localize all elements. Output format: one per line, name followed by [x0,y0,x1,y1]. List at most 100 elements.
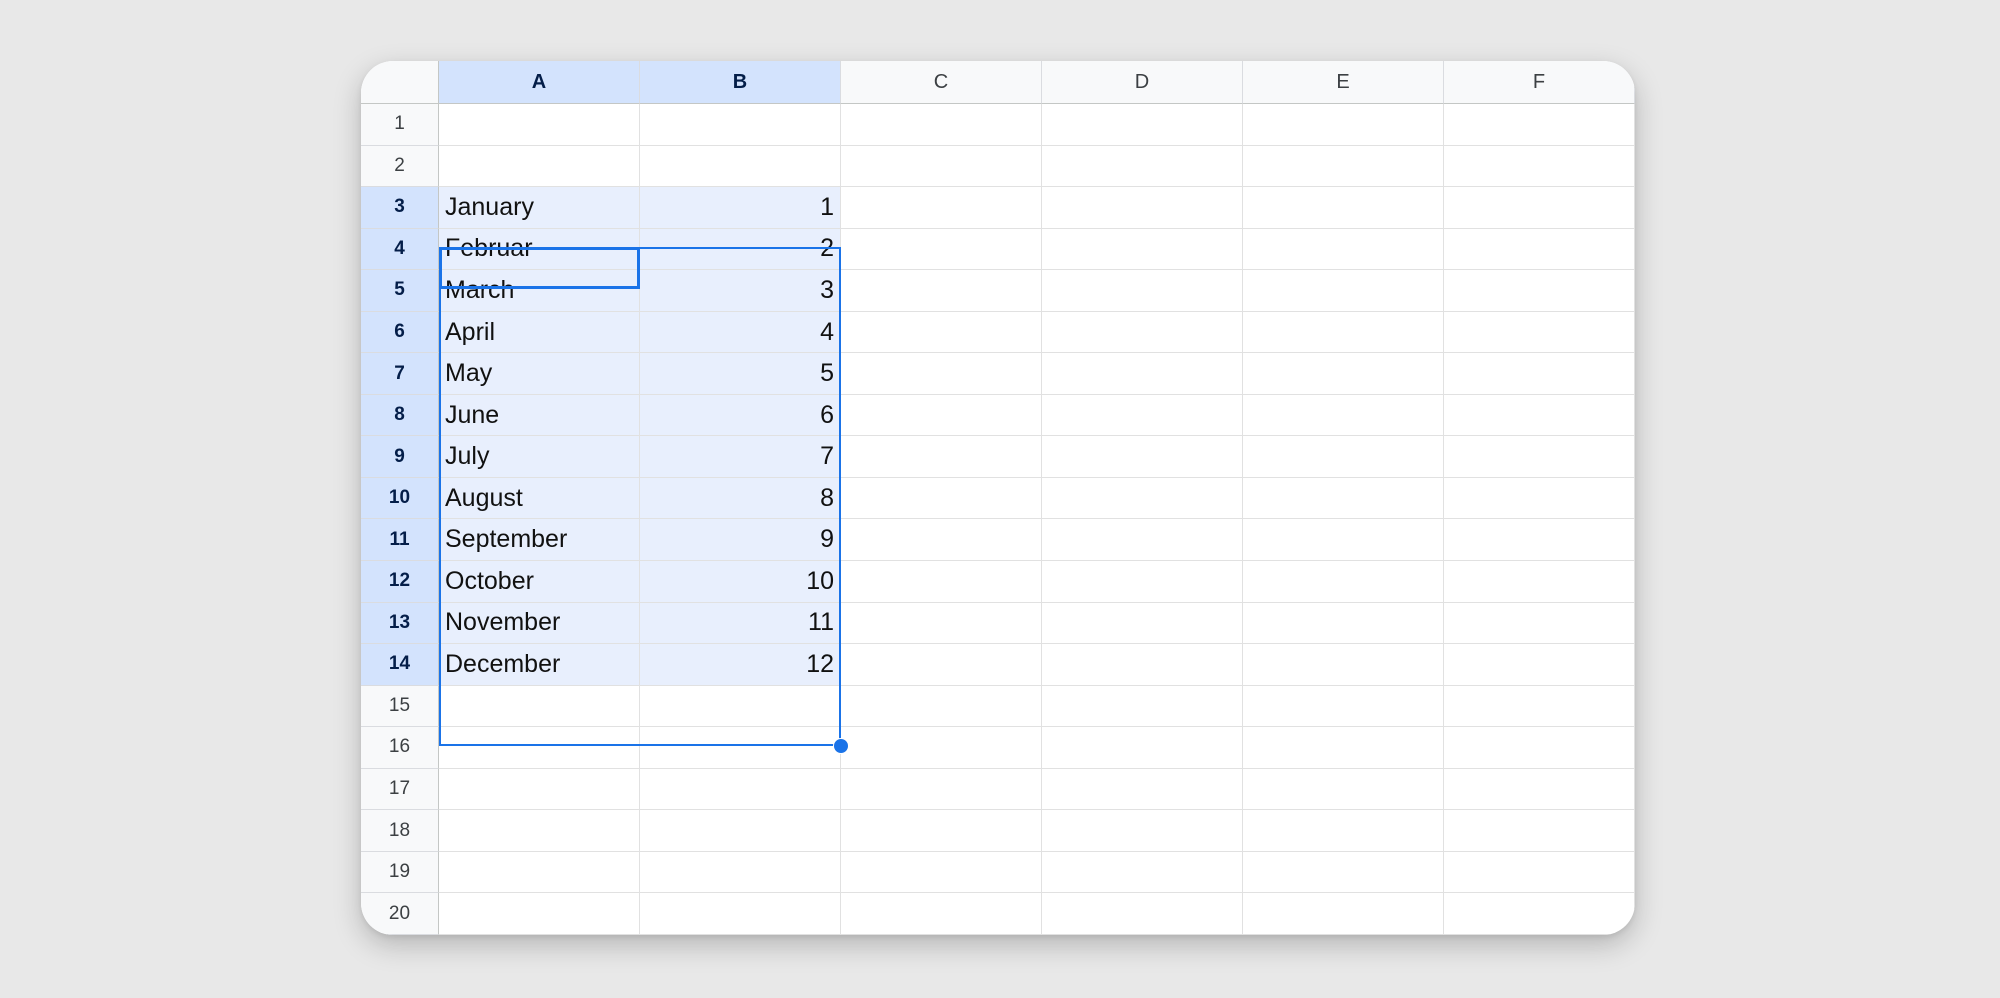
cell-a3[interactable]: January [439,187,640,229]
cell-a16[interactable] [439,727,640,769]
cell-b14[interactable]: 12 [640,644,841,686]
cell-d14[interactable] [1042,644,1243,686]
cell-b1[interactable] [640,104,841,146]
cell-e19[interactable] [1243,851,1444,894]
cell-e1[interactable] [1243,104,1444,146]
cell-d13[interactable] [1042,602,1243,645]
cell-c5[interactable] [841,270,1042,312]
cell-c19[interactable] [841,851,1042,894]
cell-c2[interactable] [841,145,1042,188]
cell-a5[interactable]: March [439,270,640,312]
cell-b11[interactable]: 9 [640,519,841,562]
cell-a15[interactable] [439,685,640,728]
row-header-9[interactable]: 9 [361,436,439,478]
cell-a7[interactable]: May [439,353,640,395]
select-all-corner[interactable] [361,61,439,104]
row-header-10[interactable]: 10 [361,477,439,520]
cell-b10[interactable]: 8 [640,477,841,520]
cell-f17[interactable] [1444,768,1635,811]
column-header-e[interactable]: E [1243,61,1444,104]
cell-c9[interactable] [841,436,1042,478]
cell-e14[interactable] [1243,644,1444,686]
column-header-b[interactable]: B [640,61,841,104]
cell-d18[interactable] [1042,810,1243,852]
cell-e3[interactable] [1243,187,1444,229]
cell-c1[interactable] [841,104,1042,146]
cell-c16[interactable] [841,727,1042,769]
cell-f15[interactable] [1444,685,1635,728]
row-header-1[interactable]: 1 [361,104,439,146]
cell-d19[interactable] [1042,851,1243,894]
cell-a14[interactable]: December [439,644,640,686]
cell-d7[interactable] [1042,353,1243,395]
cell-c12[interactable] [841,561,1042,603]
cell-f14[interactable] [1444,644,1635,686]
column-header-d[interactable]: D [1042,61,1243,104]
cell-b8[interactable]: 6 [640,394,841,437]
cell-d2[interactable] [1042,145,1243,188]
cell-c17[interactable] [841,768,1042,811]
row-header-20[interactable]: 20 [361,893,439,935]
cell-a11[interactable]: September [439,519,640,562]
cell-f12[interactable] [1444,561,1635,603]
cell-f20[interactable] [1444,893,1635,935]
cell-b7[interactable]: 5 [640,353,841,395]
cell-c7[interactable] [841,353,1042,395]
cell-a12[interactable]: October [439,561,640,603]
cell-d5[interactable] [1042,270,1243,312]
cell-b5[interactable]: 3 [640,270,841,312]
cell-a17[interactable] [439,768,640,811]
cell-d9[interactable] [1042,436,1243,478]
row-header-2[interactable]: 2 [361,145,439,188]
row-header-16[interactable]: 16 [361,727,439,769]
cell-f5[interactable] [1444,270,1635,312]
cell-b20[interactable] [640,893,841,935]
cell-c18[interactable] [841,810,1042,852]
cell-d8[interactable] [1042,394,1243,437]
cell-b15[interactable] [640,685,841,728]
fill-handle[interactable] [833,738,849,754]
cell-d1[interactable] [1042,104,1243,146]
cell-e8[interactable] [1243,394,1444,437]
cell-f6[interactable] [1444,311,1635,354]
cell-e6[interactable] [1243,311,1444,354]
cell-b4[interactable]: 2 [640,228,841,271]
cell-f1[interactable] [1444,104,1635,146]
cell-a2[interactable] [439,145,640,188]
cell-e20[interactable] [1243,893,1444,935]
cell-c14[interactable] [841,644,1042,686]
column-header-a[interactable]: A [439,61,640,104]
cell-a4[interactable]: Februar [439,228,640,271]
row-header-6[interactable]: 6 [361,311,439,354]
cell-c3[interactable] [841,187,1042,229]
cell-c10[interactable] [841,477,1042,520]
row-header-14[interactable]: 14 [361,644,439,686]
row-header-19[interactable]: 19 [361,851,439,894]
cell-a18[interactable] [439,810,640,852]
cell-a10[interactable]: August [439,477,640,520]
cell-e9[interactable] [1243,436,1444,478]
cell-a13[interactable]: November [439,602,640,645]
cell-c6[interactable] [841,311,1042,354]
cell-f2[interactable] [1444,145,1635,188]
row-header-3[interactable]: 3 [361,187,439,229]
cell-f9[interactable] [1444,436,1635,478]
cell-f8[interactable] [1444,394,1635,437]
cell-b12[interactable]: 10 [640,561,841,603]
cell-b3[interactable]: 1 [640,187,841,229]
cell-b16[interactable] [640,727,841,769]
column-header-c[interactable]: C [841,61,1042,104]
cell-e12[interactable] [1243,561,1444,603]
cell-d15[interactable] [1042,685,1243,728]
cell-c13[interactable] [841,602,1042,645]
cell-b2[interactable] [640,145,841,188]
cell-f16[interactable] [1444,727,1635,769]
cell-e18[interactable] [1243,810,1444,852]
row-header-8[interactable]: 8 [361,394,439,437]
cell-d16[interactable] [1042,727,1243,769]
cell-a19[interactable] [439,851,640,894]
cell-c4[interactable] [841,228,1042,271]
cell-e16[interactable] [1243,727,1444,769]
row-header-15[interactable]: 15 [361,685,439,728]
column-header-f[interactable]: F [1444,61,1635,104]
